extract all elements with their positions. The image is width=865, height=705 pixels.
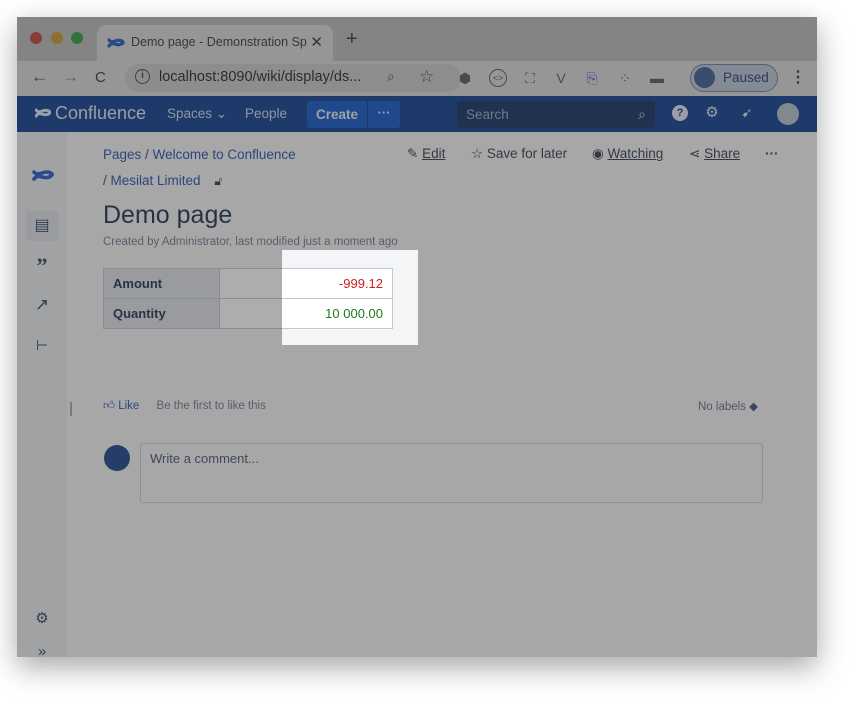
watching-button[interactable]: ◉ Watching <box>592 146 663 162</box>
brand-name[interactable]: Confluence <box>55 103 146 124</box>
watching-label: Watching <box>607 146 664 161</box>
create-button[interactable]: Create <box>307 101 367 128</box>
create-more-button[interactable]: ··· <box>368 101 400 128</box>
save-for-later-label: Save for later <box>486 146 568 161</box>
no-labels-text: No labels <box>698 401 746 413</box>
sidebar-resize-handle[interactable] <box>70 402 72 416</box>
comment-avatar <box>104 445 130 471</box>
breadcrumb-separator: / <box>103 173 107 188</box>
browser-toolbar: ← → C i localhost:8090/wiki/display/ds..… <box>17 61 817 96</box>
confluence-logo-icon[interactable] <box>35 105 51 121</box>
dim-overlay-right <box>418 250 817 345</box>
breadcrumb-mesilat[interactable]: Mesilat Limited <box>111 173 201 188</box>
help-icon[interactable]: ? <box>672 105 688 121</box>
thumbs-up-icon: 👍︎ <box>103 400 116 412</box>
profile-label: Paused <box>723 70 769 85</box>
breadcrumb: Pages / Welcome to Confluence <box>103 147 296 162</box>
tab-title: Demo page - Demonstration Sp <box>131 35 307 49</box>
table-cell-value: -999.12 <box>219 268 393 299</box>
reload-icon[interactable]: C <box>95 69 106 86</box>
like-row: 👍︎ Like Be the first to like this <box>103 399 266 413</box>
blog-quote-icon[interactable]: ” <box>31 255 53 277</box>
comment-input[interactable]: Write a comment... <box>140 443 763 503</box>
search-input[interactable]: Search ⌕ <box>457 101 655 128</box>
space-logo-icon[interactable] <box>32 164 54 186</box>
table-cell-label: Amount <box>103 268 220 299</box>
table-cell-value: 10 000.00 <box>219 298 393 329</box>
browser-window: Demo page - Demonstration Sp ✕ + ← → C i… <box>17 17 817 657</box>
tag-icon[interactable]: ◆ <box>749 401 758 413</box>
shortcut-link-icon[interactable]: ↗ <box>31 294 53 316</box>
people-link[interactable]: People <box>245 106 287 121</box>
share-button[interactable]: ⋖ Share <box>689 146 740 162</box>
space-settings-gear-icon[interactable]: ⚙ <box>31 608 53 630</box>
confluence-logo-icon <box>107 38 125 48</box>
extension-vue-icon[interactable]: V <box>553 70 569 86</box>
spaces-menu[interactable]: Spaces ⌄ <box>167 106 227 122</box>
browser-menu-icon[interactable]: ⋮ <box>790 67 806 87</box>
info-icon[interactable]: i <box>135 69 150 84</box>
url-text[interactable]: localhost:8090/wiki/display/ds... <box>159 69 361 85</box>
breadcrumb-second-line: / Mesilat Limited 🔓︎ <box>103 173 222 189</box>
gear-icon[interactable]: ⚙ <box>704 105 720 121</box>
page-byline: Created by Administrator, last modified … <box>103 236 398 248</box>
breadcrumb-pages[interactable]: Pages <box>103 147 141 162</box>
breadcrumb-welcome[interactable]: Welcome to Confluence <box>153 147 296 162</box>
minimize-window-button[interactable] <box>51 32 63 44</box>
expand-sidebar-icon[interactable]: » <box>31 641 53 657</box>
maximize-window-button[interactable] <box>71 32 83 44</box>
extension-code-icon[interactable]: <> <box>489 69 507 87</box>
profile-button[interactable]: Paused <box>690 64 778 92</box>
zoom-search-icon[interactable]: ⌕ <box>387 68 395 85</box>
back-arrow-icon[interactable]: ← <box>31 67 48 87</box>
notifications-megaphone-icon[interactable]: ➹ <box>739 105 755 121</box>
breadcrumb-separator: / <box>145 147 149 162</box>
like-summary: Be the first to like this <box>156 400 266 412</box>
table-row: Quantity 10 000.00 <box>103 298 393 329</box>
user-avatar[interactable] <box>777 103 799 125</box>
comment-placeholder: Write a comment... <box>150 451 259 466</box>
like-button[interactable]: 👍︎ Like <box>103 400 139 412</box>
like-label: Like <box>118 400 140 412</box>
address-bar[interactable]: i localhost:8090/wiki/display/ds... ⌕ ☆ <box>125 64 461 92</box>
close-window-button[interactable] <box>30 32 42 44</box>
page-tree-icon[interactable]: ⊢ <box>31 334 53 356</box>
extension-translate-icon[interactable]: ⎘ <box>584 70 600 86</box>
page-title: Demo page <box>103 201 233 229</box>
pages-icon[interactable]: ▤ <box>31 215 53 237</box>
unlock-icon[interactable]: 🔓︎ <box>214 174 222 189</box>
extension-apps-icon[interactable]: ⁘ <box>617 70 633 86</box>
save-for-later-button[interactable]: ☆ Save for later <box>471 146 567 162</box>
data-table: Amount -999.12 Quantity 10 000.00 <box>103 268 393 329</box>
profile-avatar-icon <box>694 67 715 88</box>
forward-arrow-icon[interactable]: → <box>62 67 79 87</box>
confluence-header: Confluence Spaces ⌄ People Create ··· Se… <box>17 96 817 132</box>
more-actions-button[interactable]: ··· <box>765 146 779 161</box>
browser-tab[interactable]: Demo page - Demonstration Sp ✕ <box>97 25 333 61</box>
edit-button[interactable]: ✎ Edit <box>407 146 445 162</box>
tab-bar: Demo page - Demonstration Sp ✕ + <box>17 17 817 61</box>
tab-close-icon[interactable]: ✕ <box>310 33 323 51</box>
new-tab-button[interactable]: + <box>346 28 358 51</box>
share-label: Share <box>704 146 741 161</box>
search-placeholder: Search <box>466 107 509 122</box>
space-sidebar: ▤ ” ↗ ⊢ ⚙ » <box>17 132 67 657</box>
extension-screenshot-icon[interactable]: ⛶ <box>522 70 538 86</box>
extension-cube-icon[interactable]: ⬢ <box>457 70 473 86</box>
table-row: Amount -999.12 <box>103 268 393 299</box>
table-cell-label: Quantity <box>103 298 220 329</box>
extension-hat-icon[interactable]: ▬ <box>649 70 665 86</box>
edit-label: Edit <box>422 146 446 161</box>
search-icon: ⌕ <box>638 106 646 122</box>
labels-row: No labels ◆ <box>698 399 758 413</box>
bookmark-star-icon[interactable]: ☆ <box>419 67 434 87</box>
